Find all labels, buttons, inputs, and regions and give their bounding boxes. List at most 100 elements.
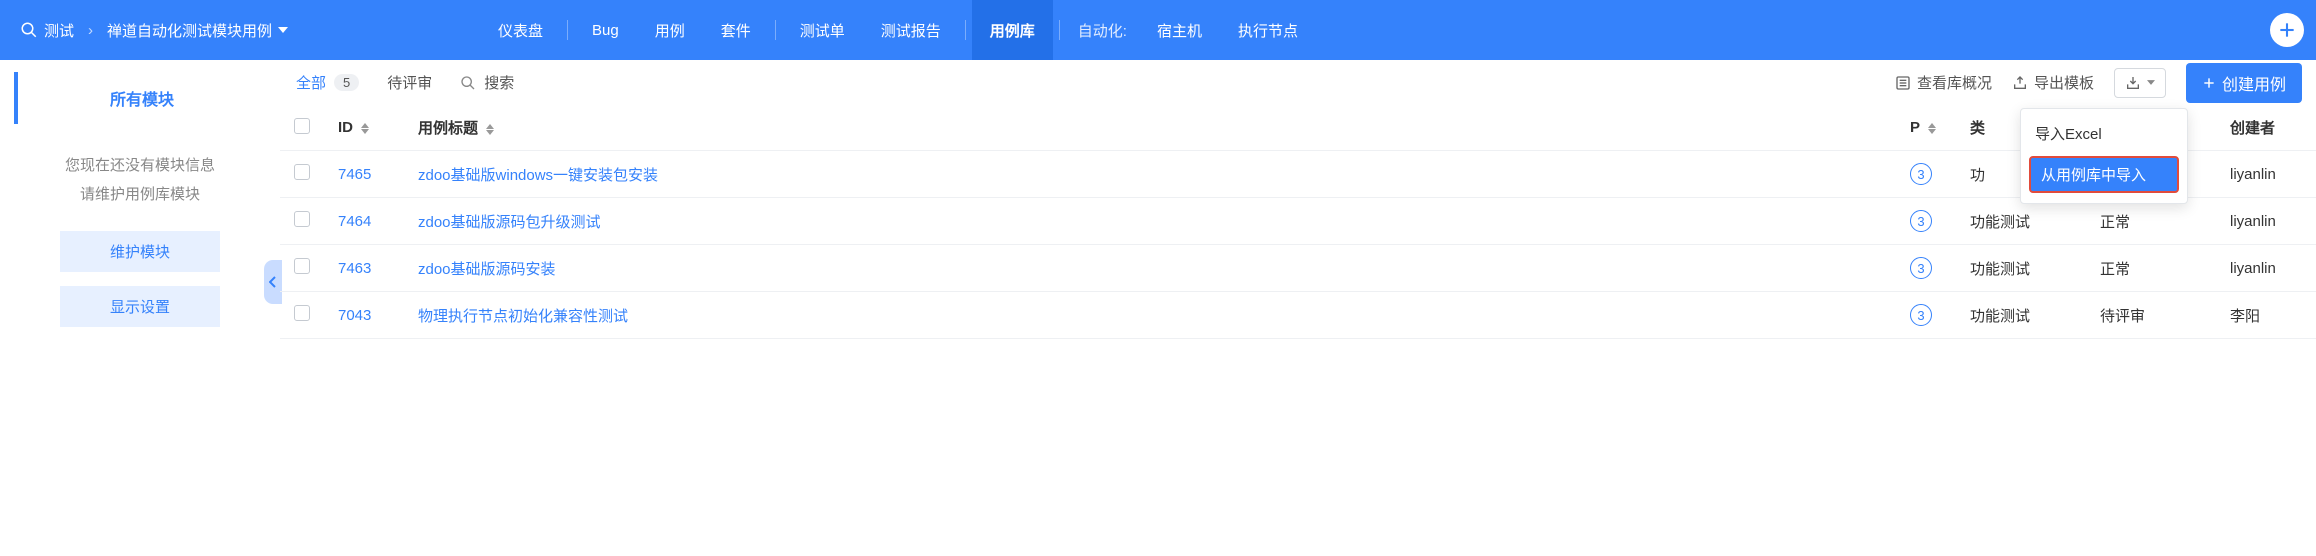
nav-host[interactable]: 宿主机 (1139, 0, 1220, 60)
nav-sep (965, 20, 966, 40)
sidebar: 所有模块 您现在还没有模块信息 请维护用例库模块 维护模块 显示设置 (0, 60, 280, 556)
case-title-link[interactable]: zdoo基础版windows一键安装包安装 (418, 167, 658, 184)
filter-label: 待评审 (387, 72, 432, 93)
filter-all[interactable]: 全部 5 (296, 72, 359, 93)
case-id-link[interactable]: 7043 (338, 307, 371, 324)
nav-dashboard[interactable]: 仪表盘 (480, 0, 561, 60)
topbar-right (2270, 13, 2304, 47)
table-header-row: ID 用例标题 P 类 创建者 (280, 105, 2316, 151)
sidebar-tab-all-modules[interactable]: 所有模块 (14, 72, 266, 124)
row-checkbox[interactable] (294, 211, 310, 227)
automation-label: 自动化: (1066, 20, 1139, 41)
breadcrumb-sep: › (88, 22, 93, 39)
table-row: 7465 zdoo基础版windows一键安装包安装 3 功 liyanlin (280, 151, 2316, 198)
nav-sep (1059, 20, 1060, 40)
nav-sep (775, 20, 776, 40)
import-dropdown-menu: 导入Excel 从用例库中导入 (2020, 108, 2188, 204)
caret-down-icon (2147, 80, 2155, 85)
dropdown-import-from-lib[interactable]: 从用例库中导入 (2029, 156, 2179, 193)
sort-icon (1928, 123, 1936, 134)
nav-label: Bug (592, 22, 619, 39)
nav-label: 执行节点 (1238, 20, 1298, 41)
case-status: 正常 (2086, 245, 2216, 292)
row-checkbox[interactable] (294, 164, 310, 180)
priority-badge: 3 (1910, 257, 1932, 279)
nav-label: 测试单 (800, 20, 845, 41)
th-label: ID (338, 119, 353, 136)
import-dropdown-button[interactable] (2114, 68, 2166, 98)
search-icon (460, 75, 476, 91)
th-id[interactable]: ID (324, 105, 404, 151)
tool-label: 查看库概况 (1917, 72, 1992, 93)
display-settings-button[interactable]: 显示设置 (60, 286, 220, 327)
case-title-link[interactable]: zdoo基础版源码包升级测试 (418, 214, 601, 231)
case-id-link[interactable]: 7465 (338, 166, 371, 183)
th-label: P (1910, 119, 1920, 136)
case-title-link[interactable]: zdoo基础版源码安装 (418, 261, 556, 278)
nav-caselib[interactable]: 用例库 (972, 0, 1053, 60)
nav-testtask[interactable]: 测试单 (782, 0, 863, 60)
toolbar-right: 查看库概况 导出模板 创建用例 (1895, 63, 2302, 103)
search-label: 测试 (44, 20, 74, 41)
case-id-link[interactable]: 7464 (338, 213, 371, 230)
nav-label: 宿主机 (1157, 20, 1202, 41)
content: 全部 5 待评审 搜索 查看库概况 导出模板 (280, 60, 2316, 556)
nav-case[interactable]: 用例 (637, 0, 703, 60)
case-table: ID 用例标题 P 类 创建者 746 (280, 105, 2316, 339)
case-status: 正常 (2086, 198, 2216, 245)
chevron-left-icon (269, 276, 277, 288)
main-row: 所有模块 您现在还没有模块信息 请维护用例库模块 维护模块 显示设置 全部 5 … (0, 60, 2316, 556)
nav-label: 仪表盘 (498, 20, 543, 41)
empty-line2: 请维护用例库模块 (14, 181, 266, 210)
case-type: 功能测试 (1956, 292, 2086, 339)
nav-label: 用例 (655, 20, 685, 41)
table-row: 7464 zdoo基础版源码包升级测试 3 功能测试 正常 liyanlin (280, 198, 2316, 245)
row-checkbox[interactable] (294, 258, 310, 274)
filter-label: 搜索 (484, 72, 514, 93)
table-row: 7043 物理执行节点初始化兼容性测试 3 功能测试 待评审 李阳 (280, 292, 2316, 339)
nav-label: 测试报告 (881, 20, 941, 41)
export-icon (2012, 75, 2028, 91)
filter-pending[interactable]: 待评审 (387, 72, 432, 93)
tool-label: 导出模板 (2034, 72, 2094, 93)
plus-icon (2202, 76, 2216, 90)
th-priority[interactable]: P (1896, 105, 1956, 151)
priority-badge: 3 (1910, 163, 1932, 185)
case-title-link[interactable]: 物理执行节点初始化兼容性测试 (418, 308, 628, 325)
nav-execnode[interactable]: 执行节点 (1220, 0, 1316, 60)
case-id-link[interactable]: 7463 (338, 260, 371, 277)
case-type: 功能测试 (1956, 198, 2086, 245)
create-case-button[interactable]: 创建用例 (2186, 63, 2302, 103)
count-badge: 5 (334, 74, 359, 91)
th-title[interactable]: 用例标题 (404, 105, 1896, 151)
th-label: 类 (1970, 120, 1985, 137)
nav-bug[interactable]: Bug (574, 0, 637, 60)
nav-label: 用例库 (990, 20, 1035, 41)
global-add-button[interactable] (2270, 13, 2304, 47)
filter-search[interactable]: 搜索 (460, 72, 514, 93)
th-creator[interactable]: 创建者 (2216, 105, 2316, 151)
global-search[interactable]: 测试 (20, 20, 74, 41)
list-icon (1895, 75, 1911, 91)
maintain-module-button[interactable]: 维护模块 (60, 231, 220, 272)
th-label: 用例标题 (418, 120, 478, 137)
row-checkbox[interactable] (294, 305, 310, 321)
nav-testreport[interactable]: 测试报告 (863, 0, 959, 60)
case-creator: liyanlin (2216, 245, 2316, 292)
sort-icon (486, 124, 494, 135)
breadcrumb-item[interactable]: 禅道自动化测试模块用例 (107, 20, 288, 41)
select-all-checkbox[interactable] (294, 118, 310, 134)
view-summary-button[interactable]: 查看库概况 (1895, 72, 1992, 93)
search-icon (20, 21, 38, 39)
export-template-button[interactable]: 导出模板 (2012, 72, 2094, 93)
nav-suite[interactable]: 套件 (703, 0, 769, 60)
caret-down-icon (278, 27, 288, 33)
table-row: 7463 zdoo基础版源码安装 3 功能测试 正常 liyanlin (280, 245, 2316, 292)
sidebar-empty-message: 您现在还没有模块信息 请维护用例库模块 (14, 152, 266, 209)
topnav: 仪表盘 Bug 用例 套件 测试单 测试报告 用例库 自动化: 宿主机 执行节点 (480, 0, 1316, 60)
filter-label: 全部 (296, 72, 326, 93)
topbar-left: 测试 › 禅道自动化测试模块用例 (0, 20, 308, 41)
dropdown-import-excel[interactable]: 导入Excel (2021, 115, 2187, 152)
nav-label: 套件 (721, 20, 751, 41)
case-creator: liyanlin (2216, 151, 2316, 198)
